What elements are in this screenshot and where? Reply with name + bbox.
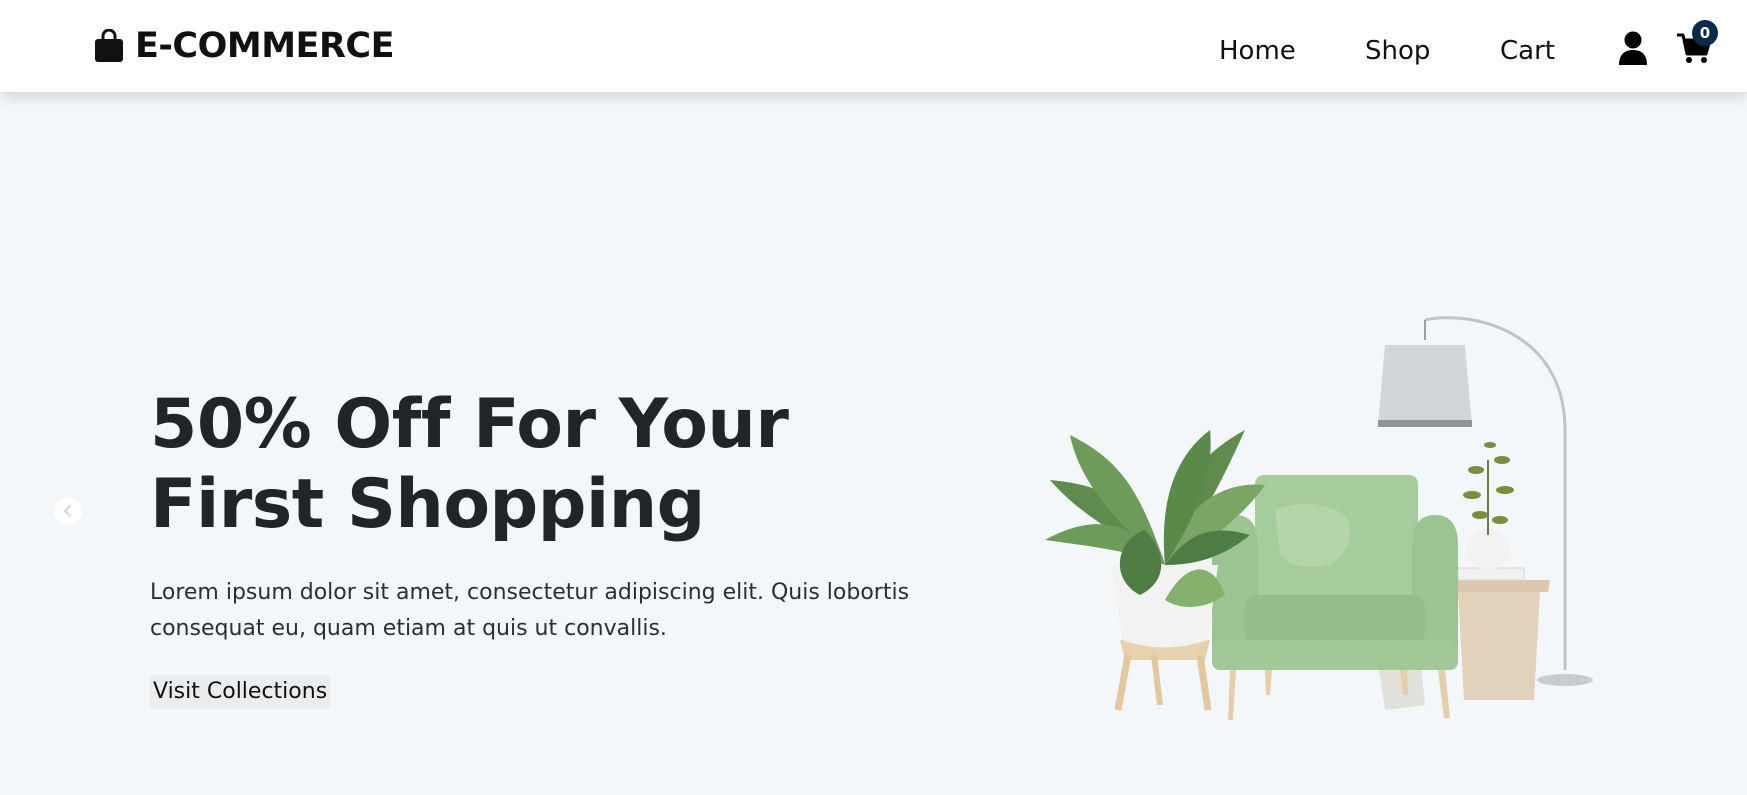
hero-description: Lorem ipsum dolor sit amet, consectetur … — [150, 580, 910, 641]
chevron-left-circle-icon — [63, 504, 72, 518]
brand-name: E-COMMERCE — [135, 26, 395, 66]
armchair-plant-lamp-illustration — [1045, 316, 1593, 720]
account-button[interactable] — [1617, 30, 1649, 66]
nav-link-home[interactable]: Home — [1219, 34, 1296, 68]
user-icon — [1619, 31, 1647, 65]
nav-link-shop[interactable]: Shop — [1365, 34, 1430, 68]
shopping-bag-icon — [95, 29, 123, 62]
visit-collections-button[interactable]: Visit Collections — [150, 675, 331, 709]
cart-count-badge: 0 — [1692, 20, 1718, 46]
hero-title: 50% Off For Your First Shopping — [150, 385, 789, 544]
brand-logo[interactable]: E-COMMERCE — [93, 26, 395, 66]
navbar: E-COMMERCE Home Shop Cart 0 — [0, 0, 1747, 92]
nav-link-cart[interactable]: Cart — [1500, 34, 1555, 68]
carousel-prev-button[interactable] — [54, 497, 82, 525]
